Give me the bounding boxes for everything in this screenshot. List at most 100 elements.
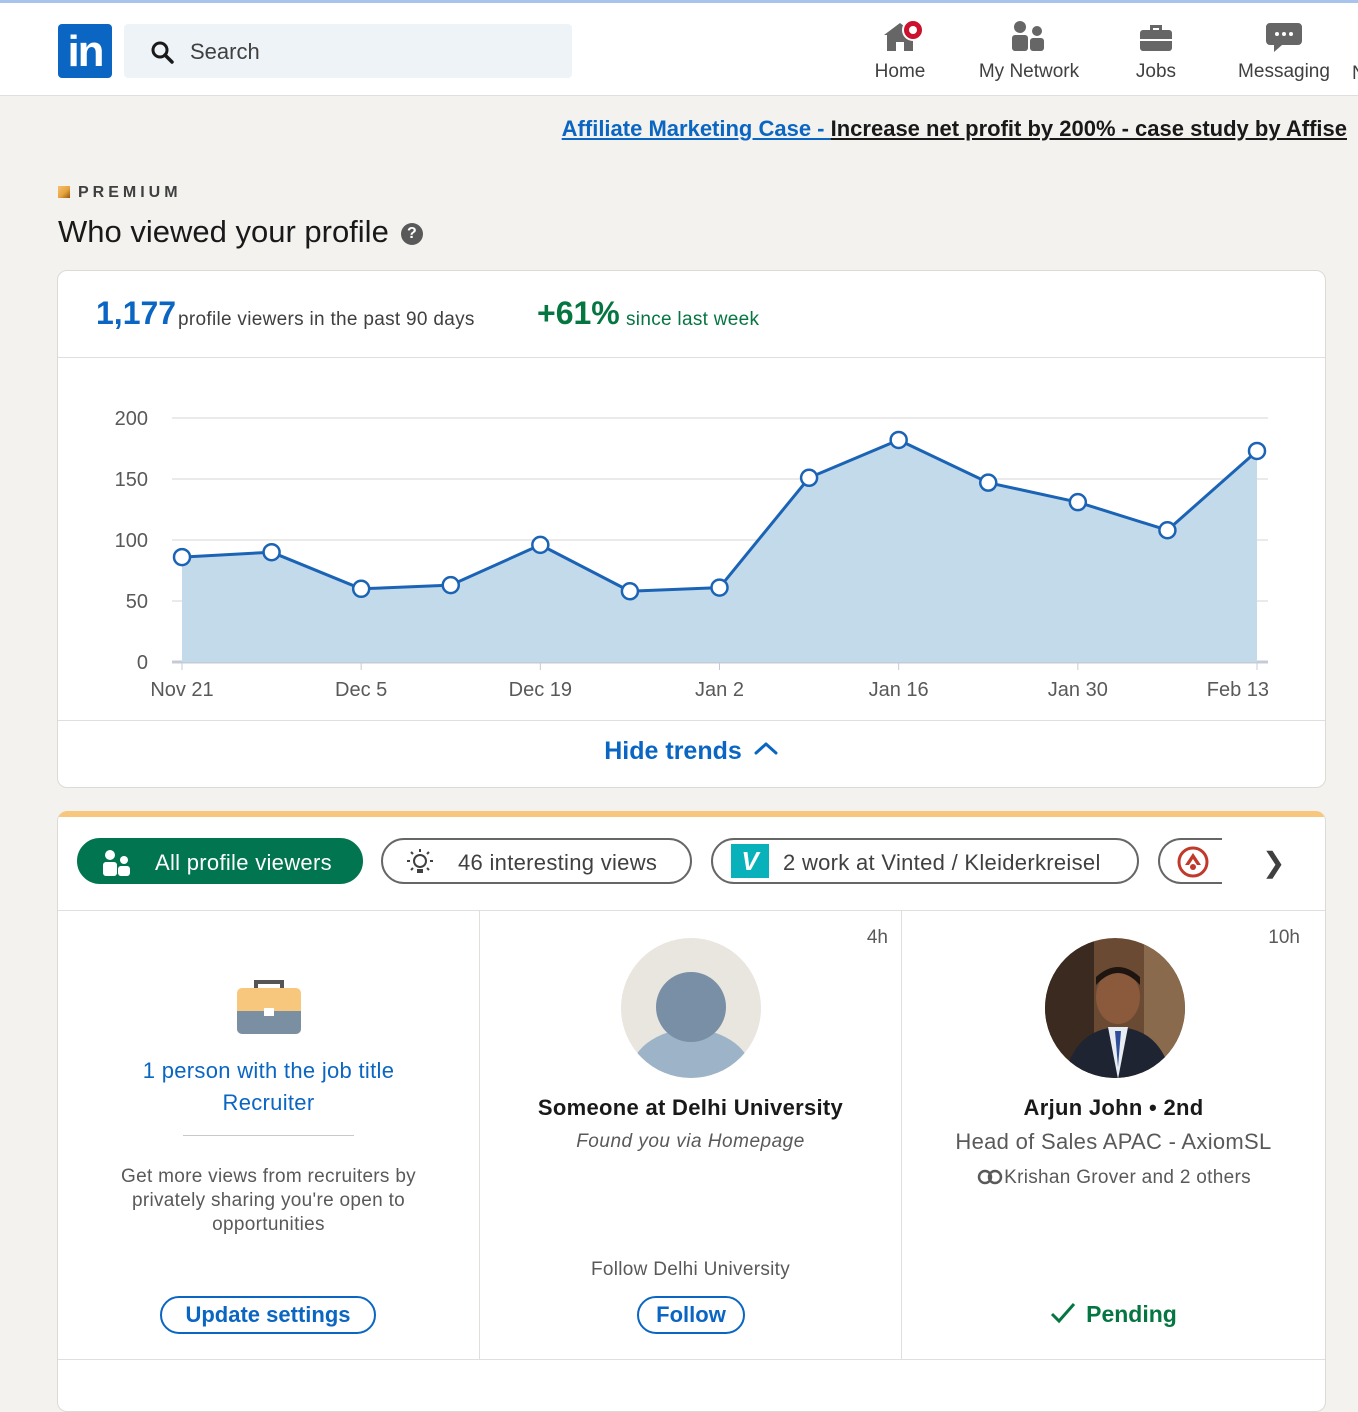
- trends-card: 1,177 profile viewers in the past 90 day…: [57, 270, 1326, 788]
- premium-label: PREMIUM: [58, 184, 182, 202]
- data-point: [1158, 520, 1177, 540]
- people-icon: [103, 850, 130, 876]
- recruiter-card: 1 person with the job title Recruiter Ge…: [58, 911, 480, 1360]
- y-tick-label: 200: [115, 408, 148, 430]
- search-box[interactable]: [124, 24, 572, 78]
- people-icon: [1009, 17, 1049, 55]
- chart-area: [182, 439, 1257, 662]
- filter-company-clipped[interactable]: [1158, 838, 1222, 884]
- data-point: [1068, 492, 1088, 512]
- data-point: [351, 579, 371, 599]
- x-tick-label: Nov 21: [150, 679, 213, 701]
- global-nav: in Home My Network Jobs Messaging N: [0, 3, 1358, 96]
- anonymous-avatar-icon: [621, 938, 761, 1078]
- x-tick-label: Dec 5: [335, 679, 387, 701]
- page-title: Who viewed your profile?: [58, 214, 423, 250]
- premium-icon: [58, 186, 70, 198]
- viewer-card-anonymous: 4h Someone at Delhi University Found you…: [480, 911, 902, 1360]
- update-settings-button[interactable]: Update settings: [160, 1296, 376, 1334]
- weekly-change-label: since last week: [626, 309, 760, 330]
- nav-jobs[interactable]: Jobs: [1128, 17, 1184, 89]
- data-point: [441, 575, 460, 595]
- ad-link[interactable]: Affiliate Marketing Case -: [562, 116, 831, 141]
- y-tick-label: 100: [115, 530, 148, 552]
- data-point: [531, 535, 550, 555]
- viewer-card-arjun: 10h Arjun John • 2nd Head of Sales APAC …: [902, 911, 1325, 1360]
- data-point: [262, 542, 281, 562]
- company-logo-icon: [1177, 846, 1209, 878]
- weekly-change: +61%: [537, 295, 620, 331]
- linkedin-logo[interactable]: in: [58, 24, 112, 78]
- y-tick-label: 150: [115, 469, 148, 491]
- chevron-right-icon[interactable]: ❯: [1262, 846, 1285, 879]
- checkmark-icon: [1051, 1303, 1076, 1324]
- search-icon: [151, 41, 174, 64]
- follow-button[interactable]: Follow: [637, 1296, 745, 1334]
- nav-my-network[interactable]: My Network: [970, 17, 1088, 89]
- profile-views-chart: 200 150 100 50 0Nov 21 Dec 5 Dec 19 Jan 2 Jan 16…: [115, 408, 1269, 701]
- pending-status: Pending: [902, 1301, 1325, 1328]
- premium-accent-bar: [58, 811, 1325, 817]
- viewer-source: Found you via Homepage: [576, 1131, 805, 1152]
- home-icon: [880, 17, 924, 55]
- x-tick-label: Jan 16: [869, 679, 929, 701]
- data-point: [1247, 441, 1267, 461]
- viewers-card: All profile viewers 46 interesting views…: [57, 811, 1326, 1412]
- x-tick-label: Feb 13: [1207, 679, 1269, 701]
- briefcase-illustration-icon: [237, 980, 301, 1034]
- filter-vinted-label: 2 work at Vinted / Kleiderkreisel: [783, 850, 1101, 875]
- filter-interesting-views-label: 46 interesting views: [458, 850, 658, 875]
- data-point: [889, 430, 908, 450]
- viewer-headline: Head of Sales APAC - AxiomSL: [955, 1129, 1272, 1154]
- y-tick-label: 50: [126, 591, 148, 613]
- chevron-up-icon: [754, 742, 778, 755]
- viewer-count-label: profile viewers in the past 90 days: [178, 309, 475, 330]
- nav-home[interactable]: Home: [866, 17, 934, 89]
- recruiter-line-1: 1 person with the job title: [142, 1058, 395, 1083]
- filter-interesting-views[interactable]: 46 interesting views: [381, 838, 692, 884]
- recruiter-link[interactable]: 1 person with the job title Recruiter: [58, 1055, 479, 1119]
- data-point: [979, 473, 998, 492]
- mutual-connections-text: Krishan Grover and 2 others: [1004, 1167, 1251, 1188]
- trends-footer: Hide trends: [58, 720, 1325, 787]
- viewer-grid: 1 person with the job title Recruiter Ge…: [58, 910, 1325, 1371]
- viewer-name[interactable]: Someone at Delhi University: [480, 1095, 901, 1121]
- ad-banner[interactable]: Affiliate Marketing Case - Increase net …: [562, 116, 1347, 142]
- page-title-text: Who viewed your profile: [58, 214, 389, 249]
- mutual-connections[interactable]: Krishan Grover and 2 others: [902, 1167, 1325, 1189]
- vinted-logo: V: [731, 844, 769, 878]
- ad-text[interactable]: Increase net profit by 200% - case study…: [831, 116, 1347, 141]
- mutual-connections-icon: [977, 1169, 1003, 1185]
- hide-trends-label: Hide trends: [604, 737, 742, 765]
- nav-my-network-label: My Network: [978, 61, 1080, 82]
- nav-messaging[interactable]: Messaging: [1232, 17, 1336, 89]
- nav-notifications-label-clipped[interactable]: N: [1352, 63, 1358, 85]
- viewer-name[interactable]: Arjun John • 2nd: [902, 1095, 1325, 1121]
- filter-vinted[interactable]: V 2 work at Vinted / Kleiderkreisel: [711, 838, 1139, 884]
- pending-label: Pending: [1086, 1301, 1177, 1327]
- messaging-icon: [1264, 17, 1304, 55]
- data-point: [620, 581, 640, 601]
- nav-jobs-label: Jobs: [1135, 61, 1177, 82]
- help-icon[interactable]: ?: [400, 223, 423, 245]
- viewer-count: 1,177: [96, 295, 177, 331]
- x-tick-label: Jan 30: [1048, 679, 1108, 701]
- filter-all-viewers[interactable]: All profile viewers: [77, 838, 363, 884]
- lightbulb-icon: [407, 849, 433, 873]
- nav-messaging-label: Messaging: [1238, 61, 1330, 82]
- y-tick-label: 0: [137, 652, 148, 674]
- divider: [183, 1135, 354, 1136]
- briefcase-icon: [1136, 17, 1176, 55]
- stats-row: 1,177 profile viewers in the past 90 day…: [58, 271, 1325, 358]
- notification-badge: [902, 19, 924, 41]
- filter-all-viewers-label: All profile viewers: [155, 850, 332, 875]
- profile-photo-avatar[interactable]: [1044, 937, 1186, 1079]
- recruiter-line-2: Recruiter: [222, 1090, 315, 1115]
- data-point: [799, 468, 819, 488]
- view-time: 10h: [1268, 927, 1300, 948]
- x-tick-label: Dec 19: [509, 679, 572, 701]
- search-input[interactable]: [188, 36, 552, 68]
- x-tick-label: Jan 2: [695, 679, 744, 701]
- hide-trends-button[interactable]: Hide trends: [58, 737, 1325, 766]
- premium-text: PREMIUM: [78, 184, 182, 201]
